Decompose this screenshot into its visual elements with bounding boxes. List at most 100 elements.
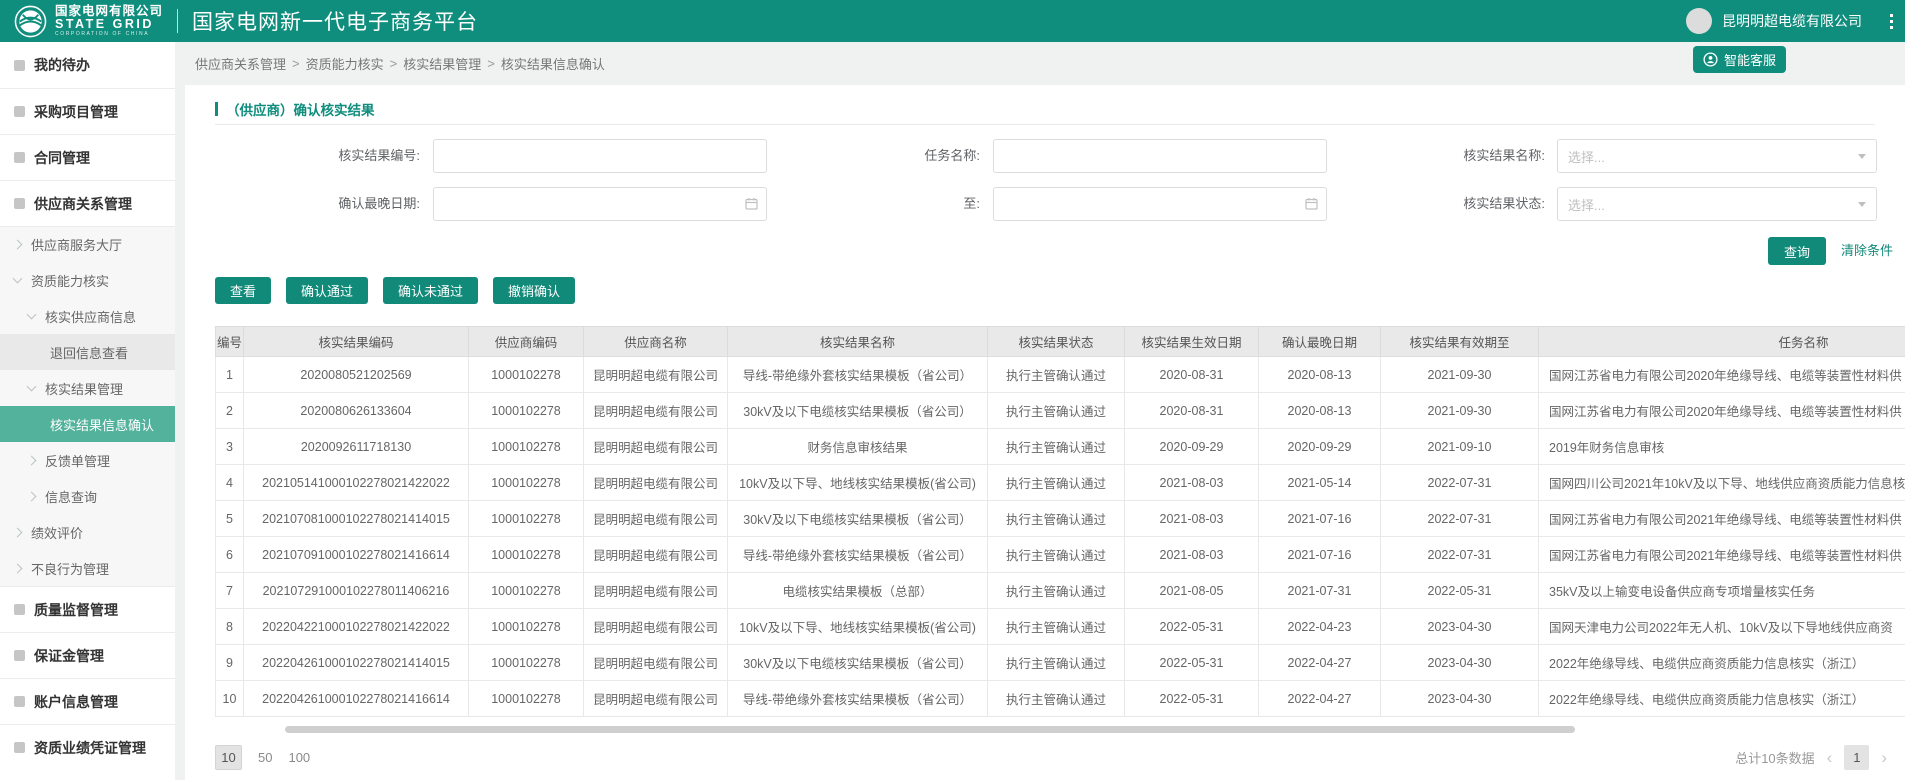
breadcrumb-item[interactable]: 核实结果管理	[403, 54, 481, 73]
result-name-placeholder: 选择...	[1568, 147, 1858, 166]
sidebar-item[interactable]: 供应商服务大厅	[0, 226, 175, 262]
confirm-fail-button[interactable]: 确认未通过	[383, 277, 478, 304]
revoke-confirm-button[interactable]: 撤销确认	[493, 277, 575, 304]
chevron-down-icon	[1858, 202, 1866, 207]
customer-service-icon	[1703, 52, 1718, 67]
sidebar-item[interactable]: 我的待办	[0, 42, 175, 88]
table-cell: 执行主管确认通过	[988, 645, 1125, 681]
total-count-text: 总计10条数据	[1735, 748, 1814, 767]
table-row[interactable]: 72021072910001022780114062161000102278昆明…	[216, 573, 1905, 609]
table-cell: 202204261000102278021414015	[244, 645, 469, 681]
table-cell: 2021-07-16	[1259, 501, 1381, 537]
state-grid-emblem-icon	[14, 5, 47, 38]
page-size-10[interactable]: 10	[215, 745, 242, 770]
table-row[interactable]: 120200805212025691000102278昆明明超电缆有限公司导线-…	[216, 357, 1905, 393]
chevron-right-icon	[27, 455, 37, 465]
table-row[interactable]: 102022042610001022780214166141000102278昆…	[216, 681, 1905, 717]
breadcrumb-item[interactable]: 资质能力核实	[306, 54, 384, 73]
sidebar-item[interactable]: 供应商关系管理	[0, 180, 175, 226]
menu-square-icon	[14, 696, 25, 707]
sidebar-item[interactable]: 资质能力核实	[0, 262, 175, 298]
result-no-label: 核实结果编号:	[225, 139, 420, 173]
table-cell: 昆明明超电缆有限公司	[584, 645, 728, 681]
table-body: 120200805212025691000102278昆明明超电缆有限公司导线-…	[216, 357, 1905, 717]
chevron-right-icon	[27, 491, 37, 501]
user-avatar[interactable]	[1686, 8, 1712, 34]
table-cell: 国网江苏省电力有限公司2021年绝缘导线、电缆等装置性材料供	[1539, 501, 1905, 537]
breadcrumb-separator: >	[292, 56, 300, 71]
page-size-50[interactable]: 50	[258, 750, 272, 765]
sidebar-item[interactable]: 核实结果管理	[0, 370, 175, 406]
table-cell: 昆明明超电缆有限公司	[584, 501, 728, 537]
table-cell: 1000102278	[469, 429, 584, 465]
query-button[interactable]: 查询	[1768, 237, 1826, 265]
clear-conditions-link[interactable]: 清除条件	[1841, 237, 1893, 265]
confirm-date-input[interactable]	[433, 187, 767, 221]
sidebar-item[interactable]: 绩效评价	[0, 514, 175, 550]
sidebar-item[interactable]: 资质业绩凭证管理	[0, 724, 175, 770]
sidebar-item[interactable]: 核实结果信息确认	[0, 406, 175, 442]
table-cell: 2021-07-31	[1259, 573, 1381, 609]
current-page[interactable]: 1	[1844, 745, 1869, 770]
user-company-name[interactable]: 昆明明超电缆有限公司	[1722, 11, 1862, 31]
table-cell: 3	[216, 429, 244, 465]
sidebar-item[interactable]: 核实供应商信息	[0, 298, 175, 334]
chevron-right-icon	[13, 527, 23, 537]
table-row[interactable]: 82022042210001022780214220221000102278昆明…	[216, 609, 1905, 645]
breadcrumb-item[interactable]: 核实结果信息确认	[501, 54, 605, 73]
menu-square-icon	[14, 152, 25, 163]
next-page-icon[interactable]: ›	[1881, 745, 1887, 770]
header-divider	[177, 9, 178, 33]
page-size-100[interactable]: 100	[288, 750, 310, 765]
table-row[interactable]: 320200926117181301000102278昆明明超电缆有限公司财务信…	[216, 429, 1905, 465]
sidebar-item[interactable]: 质量监督管理	[0, 586, 175, 632]
prev-page-icon[interactable]: ‹	[1827, 745, 1833, 770]
result-name-select[interactable]: 选择...	[1557, 139, 1877, 173]
table-cell: 2021-08-03	[1125, 501, 1259, 537]
column-header: 核实结果生效日期	[1125, 327, 1259, 357]
chevron-down-icon	[1858, 154, 1866, 159]
date-to-label: 至:	[785, 187, 980, 221]
sidebar-item[interactable]: 保证金管理	[0, 632, 175, 678]
sidebar-item[interactable]: 合同管理	[0, 134, 175, 180]
result-status-select[interactable]: 选择...	[1557, 187, 1877, 221]
table-cell: 执行主管确认通过	[988, 609, 1125, 645]
chevron-right-icon	[13, 240, 23, 250]
calendar-icon	[1305, 197, 1318, 210]
results-table: 编号核实结果编码供应商编码供应商名称核实结果名称核实结果状态核实结果生效日期确认…	[215, 326, 1905, 717]
result-no-input[interactable]	[433, 139, 767, 173]
table-cell: 10	[216, 681, 244, 717]
table-cell: 执行主管确认通过	[988, 357, 1125, 393]
table-cell: 昆明明超电缆有限公司	[584, 393, 728, 429]
page-size-group: 10 50 100	[215, 745, 310, 770]
sidebar-item[interactable]: 采购项目管理	[0, 88, 175, 134]
table-row[interactable]: 92022042610001022780214140151000102278昆明…	[216, 645, 1905, 681]
breadcrumb-item[interactable]: 供应商关系管理	[195, 54, 286, 73]
more-menu-icon[interactable]	[1888, 12, 1895, 31]
table-cell: 30kV及以下电缆核实结果模板（省公司）	[728, 645, 988, 681]
table-cell: 1000102278	[469, 357, 584, 393]
smart-service-button[interactable]: 智能客服	[1693, 46, 1786, 73]
result-status-field: 选择...	[1557, 187, 1877, 221]
sidebar-item[interactable]: 退回信息查看	[0, 334, 175, 370]
sidebar-item[interactable]: 不良行为管理	[0, 550, 175, 586]
table-cell: 2020-08-31	[1125, 393, 1259, 429]
table-row[interactable]: 42021051410001022780214220221000102278昆明…	[216, 465, 1905, 501]
task-name-input[interactable]	[993, 139, 1327, 173]
sidebar-item[interactable]: 账户信息管理	[0, 678, 175, 724]
table-row[interactable]: 62021070910001022780214166141000102278昆明…	[216, 537, 1905, 573]
org-name-sub: CORPORATION OF CHINA	[55, 32, 163, 37]
sidebar-item[interactable]: 反馈单管理	[0, 442, 175, 478]
date-to-input[interactable]	[993, 187, 1327, 221]
table-cell: 30kV及以下电缆核实结果模板（省公司）	[728, 501, 988, 537]
table-row[interactable]: 52021070810001022780214140151000102278昆明…	[216, 501, 1905, 537]
confirm-pass-button[interactable]: 确认通过	[286, 277, 368, 304]
view-button[interactable]: 查看	[215, 277, 271, 304]
table-cell: 10kV及以下导、地线核实结果模板(省公司)	[728, 465, 988, 501]
horizontal-scrollbar[interactable]	[285, 726, 1575, 733]
sidebar-item[interactable]: 信息查询	[0, 478, 175, 514]
breadcrumb: 供应商关系管理>资质能力核实>核实结果管理>核实结果信息确认	[195, 42, 611, 85]
table-row[interactable]: 220200806261336041000102278昆明明超电缆有限公司30k…	[216, 393, 1905, 429]
table-cell: 国网四川公司2021年10kV及以下导、地线供应商资质能力信息核	[1539, 465, 1905, 501]
sidebar-item-label: 质量监督管理	[34, 600, 118, 620]
